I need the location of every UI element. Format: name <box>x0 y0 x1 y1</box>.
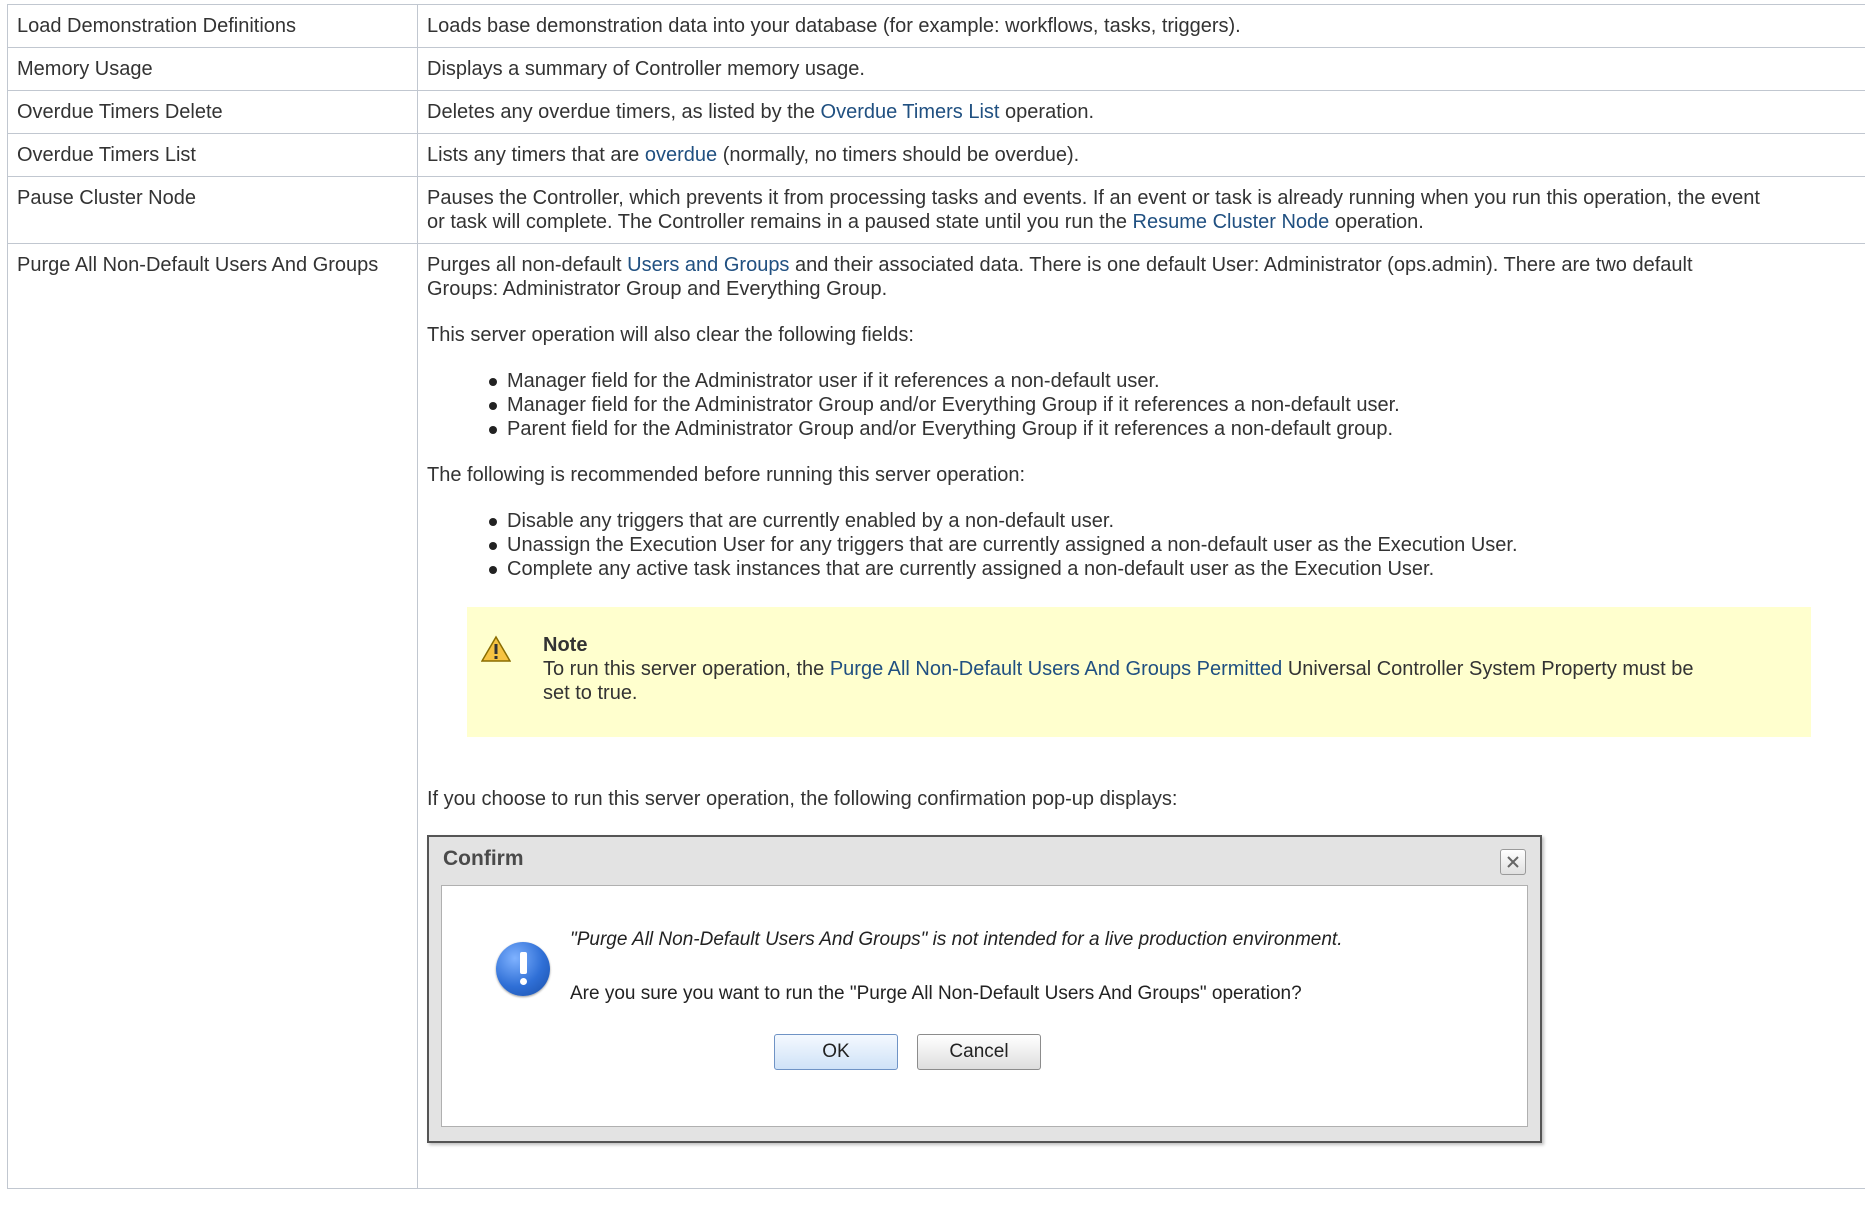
operation-name-cell: Load Demonstration Definitions <box>7 4 418 48</box>
clear-fields-heading: This server operation will also clear th… <box>427 324 914 346</box>
description-text: Pauses the Controller, which prevents it… <box>427 187 1760 209</box>
note-text: To run this server operation, the <box>543 658 830 680</box>
operation-description-cell: Lists any timers that are overdue (norma… <box>417 133 1865 177</box>
bullet-icon <box>489 518 497 526</box>
table-row: Memory Usage Displays a summary of Contr… <box>7 47 1865 91</box>
server-operations-table: Load Demonstration Definitions Loads bas… <box>7 4 1865 1189</box>
confirm-dialog-screenshot: Confirm "Purge All Non-Default Users And… <box>427 835 1542 1143</box>
list-item-text: Unassign the Execution User for any trig… <box>507 534 1518 556</box>
bullet-icon <box>489 566 497 574</box>
table-row: Overdue Timers Delete Deletes any overdu… <box>7 90 1865 134</box>
operation-description-cell: Pauses the Controller, which prevents it… <box>417 176 1865 244</box>
dialog-title: Confirm <box>443 847 524 870</box>
list-item-text: Complete any active task instances that … <box>507 558 1435 580</box>
purge-permitted-property-link[interactable]: Purge All Non-Default Users And Groups P… <box>830 658 1282 680</box>
list-item: Unassign the Execution User for any trig… <box>489 533 1857 557</box>
description-text: Groups: Administrator Group and Everythi… <box>427 278 888 300</box>
list-item: Manager field for the Administrator user… <box>489 369 1857 393</box>
cancel-button[interactable]: Cancel <box>917 1034 1041 1070</box>
recommendation-heading: The following is recommended before runn… <box>427 464 1026 486</box>
clear-fields-list: Manager field for the Administrator user… <box>427 369 1857 441</box>
ok-button[interactable]: OK <box>774 1034 898 1070</box>
info-icon <box>496 942 550 996</box>
table-row: Pause Cluster Node Pauses the Controller… <box>7 176 1865 244</box>
description-text: operation. <box>999 101 1094 123</box>
popup-intro-text: If you choose to run this server operati… <box>427 788 1178 810</box>
description-text: or task will complete. The Controller re… <box>427 211 1133 233</box>
dialog-question: Are you sure you want to run the "Purge … <box>570 983 1302 1004</box>
recommendation-list: Disable any triggers that are currently … <box>427 509 1857 581</box>
note-title: Note <box>543 634 588 656</box>
operation-description-cell: Purges all non-default Users and Groups … <box>417 243 1865 1189</box>
note-text: set to true. <box>543 682 638 704</box>
list-item: Complete any active task instances that … <box>489 557 1857 581</box>
description-text: operation. <box>1329 211 1424 233</box>
bullet-icon <box>489 426 497 434</box>
list-item-text: Manager field for the Administrator Grou… <box>507 394 1400 416</box>
table-row: Load Demonstration Definitions Loads bas… <box>7 4 1865 48</box>
list-item-text: Parent field for the Administrator Group… <box>507 418 1394 440</box>
operation-name-cell: Pause Cluster Node <box>7 176 418 244</box>
operation-name-cell: Memory Usage <box>7 47 418 91</box>
operation-description-cell: Deletes any overdue timers, as listed by… <box>417 90 1865 134</box>
description-text: Purges all non-default <box>427 254 628 276</box>
overdue-link[interactable]: overdue <box>645 144 717 166</box>
description-text: Lists any timers that are <box>427 144 645 166</box>
note-panel: Note To run this server operation, the P… <box>467 607 1811 737</box>
list-item: Parent field for the Administrator Group… <box>489 417 1857 441</box>
table-row: Purge All Non-Default Users And Groups P… <box>7 243 1865 1189</box>
list-item-text: Manager field for the Administrator user… <box>507 370 1160 392</box>
description-text: and their associated data. There is one … <box>789 254 1693 276</box>
operation-description-cell: Loads base demonstration data into your … <box>417 4 1865 48</box>
description-text: Deletes any overdue timers, as listed by… <box>427 101 821 123</box>
operation-name-cell: Purge All Non-Default Users And Groups <box>7 243 418 1189</box>
list-item: Manager field for the Administrator Grou… <box>489 393 1857 417</box>
bullet-icon <box>489 378 497 386</box>
description-text: (normally, no timers should be overdue). <box>717 144 1080 166</box>
dialog-warning-message: "Purge All Non-Default Users And Groups"… <box>570 929 1343 950</box>
note-text: Universal Controller System Property mus… <box>1282 658 1694 680</box>
bullet-icon <box>489 542 497 550</box>
resume-cluster-node-link[interactable]: Resume Cluster Node <box>1133 211 1330 233</box>
users-and-groups-link[interactable]: Users and Groups <box>627 254 789 276</box>
table-row: Overdue Timers List Lists any timers tha… <box>7 133 1865 177</box>
overdue-timers-list-link[interactable]: Overdue Timers List <box>821 101 1000 123</box>
list-item-text: Disable any triggers that are currently … <box>507 510 1115 532</box>
operation-name-cell: Overdue Timers Delete <box>7 90 418 134</box>
warning-icon <box>481 635 511 662</box>
bullet-icon <box>489 402 497 410</box>
close-icon[interactable] <box>1500 849 1526 875</box>
operation-name-cell: Overdue Timers List <box>7 133 418 177</box>
operation-description-cell: Displays a summary of Controller memory … <box>417 47 1865 91</box>
dialog-body: "Purge All Non-Default Users And Groups"… <box>441 885 1528 1127</box>
list-item: Disable any triggers that are currently … <box>489 509 1857 533</box>
